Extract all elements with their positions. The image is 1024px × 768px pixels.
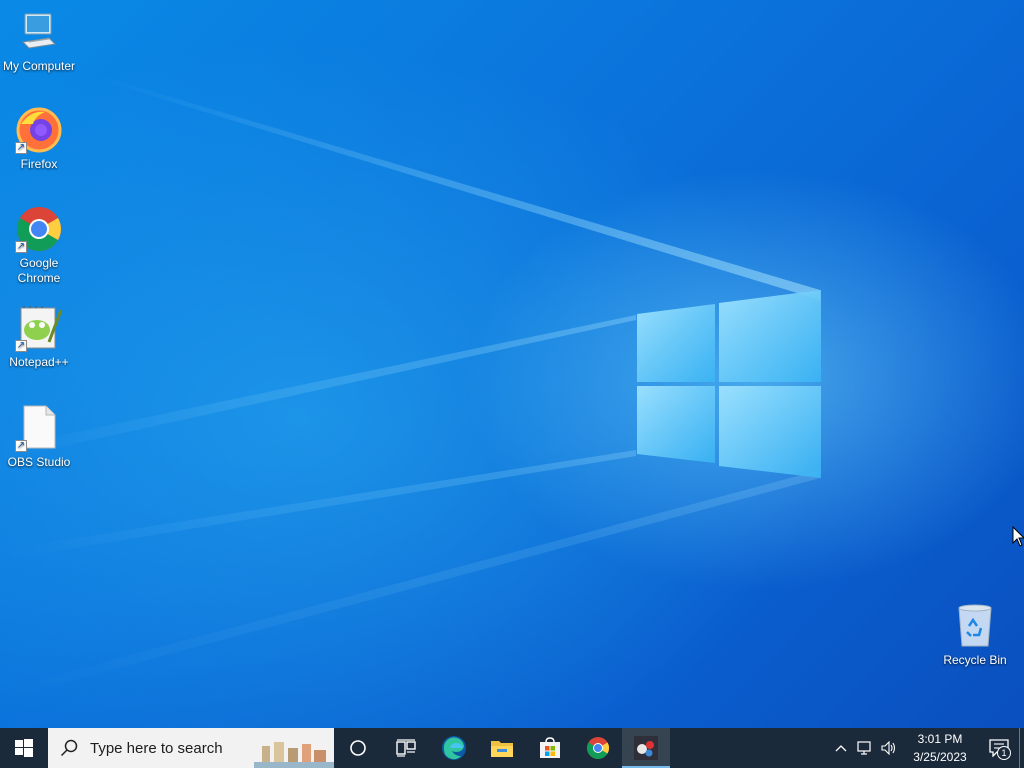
action-center-button[interactable]: 1 <box>979 728 1019 768</box>
search-highlight-illustration <box>254 742 334 768</box>
desktop-icon-label: OBS Studio <box>7 455 71 469</box>
task-view-button[interactable] <box>382 728 430 768</box>
volume-button[interactable] <box>877 728 901 768</box>
blank-file-icon: ↗ <box>15 404 63 452</box>
desktop-icon-label: Google Chrome <box>17 256 61 285</box>
clock-time: 3:01 PM <box>917 732 963 746</box>
taskbar-search-box[interactable]: Type here to search <box>48 728 334 768</box>
desktop-icon-notepad-plus-plus[interactable]: ↗ Notepad++ <box>0 304 78 370</box>
desktop-icon-firefox[interactable]: ↗ Firefox <box>0 106 78 172</box>
search-icon <box>60 739 78 757</box>
desktop-icon-label: Recycle Bin <box>943 653 1007 667</box>
taskbar: Type here to search 3:01 PM 3/25/2023 1 <box>0 728 1024 768</box>
monitor-icon <box>15 8 63 56</box>
notification-count-badge: 1 <box>997 746 1011 760</box>
desktop-icon-label: Firefox <box>20 157 58 171</box>
chrome-icon <box>587 737 609 759</box>
clock-date: 3/25/2023 <box>913 750 967 764</box>
start-button[interactable] <box>0 728 48 768</box>
shortcut-arrow-icon: ↗ <box>15 142 27 154</box>
taskbar-clock[interactable]: 3:01 PM 3/25/2023 <box>905 730 975 766</box>
task-view-icon <box>396 739 416 757</box>
notepad-plus-plus-icon: ↗ <box>15 304 63 352</box>
file-explorer-icon <box>491 741 513 757</box>
search-placeholder: Type here to search <box>90 739 223 757</box>
chrome-taskbar-button[interactable] <box>574 728 622 768</box>
chevron-up-icon <box>835 745 847 752</box>
obs-taskbar-button[interactable] <box>622 728 670 768</box>
firefox-icon: ↗ <box>15 106 63 154</box>
mouse-cursor-icon <box>1012 526 1024 547</box>
desktop-icon-label: Notepad++ <box>9 355 69 369</box>
shortcut-arrow-icon: ↗ <box>15 241 27 253</box>
windows-logo-wallpaper <box>0 76 821 700</box>
file-explorer-taskbar-button[interactable] <box>478 728 526 768</box>
start-icon <box>15 739 33 757</box>
cortana-icon <box>350 740 366 756</box>
cortana-button[interactable] <box>334 728 382 768</box>
edge-icon <box>442 736 466 760</box>
edge-taskbar-button[interactable] <box>430 728 478 768</box>
shortcut-arrow-icon: ↗ <box>15 440 27 452</box>
network-icon <box>857 741 871 755</box>
store-icon <box>540 737 560 758</box>
desktop-icon-my-computer[interactable]: My Computer <box>0 8 78 74</box>
store-taskbar-button[interactable] <box>526 728 574 768</box>
desktop-background: My Computer ↗ Firefox ↗ Google Chrome ↗ … <box>0 0 1024 728</box>
show-hidden-icons-button[interactable] <box>829 728 853 768</box>
chrome-icon: ↗ <box>15 205 63 253</box>
desktop-icon-recycle-bin[interactable]: Recycle Bin <box>936 602 1014 668</box>
recycle-bin-icon <box>951 602 999 650</box>
shortcut-arrow-icon: ↗ <box>15 340 27 352</box>
obs-icon <box>634 736 658 760</box>
desktop-icon-label: My Computer <box>2 59 76 73</box>
speaker-icon <box>881 741 896 755</box>
show-desktop-button[interactable] <box>1019 728 1024 768</box>
system-tray: 3:01 PM 3/25/2023 1 <box>829 728 1024 768</box>
desktop-icon-obs-studio[interactable]: ↗ OBS Studio <box>0 404 78 470</box>
desktop-icon-google-chrome[interactable]: ↗ Google Chrome <box>0 205 78 286</box>
network-button[interactable] <box>853 728 877 768</box>
